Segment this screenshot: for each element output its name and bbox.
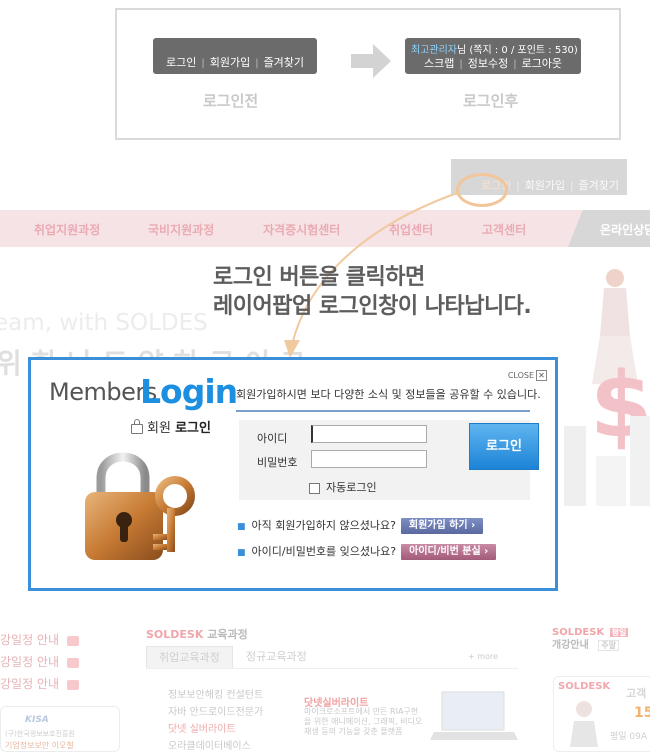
- kisa-logo: KISA: [25, 715, 49, 725]
- after-caption: 로그인후: [463, 92, 519, 110]
- opening-card[interactable]: SOLDESK 고객 15 평일 09A: [553, 676, 650, 752]
- after-login-bar: 최고관리자님 (쪽지 : 0 / 포인트 : 530) 스크랩 | 정보수정 | 로그아…: [405, 38, 581, 74]
- auto-login-option[interactable]: 자동로그인: [309, 479, 377, 495]
- find-help-row: ■ 아이디/비밀번호를 잊으셨나요? 아이디/비번 분실 ›: [237, 543, 497, 560]
- kisa-line: 기업정보보안 이오철: [5, 741, 74, 750]
- tab-employment-courses[interactable]: 취업교육과정: [146, 646, 233, 668]
- more-link[interactable]: + more: [468, 646, 498, 667]
- password-label: 비밀번호: [257, 456, 298, 469]
- opening-guide-title: SOLDESK 평일 개강안내 주말: [552, 626, 629, 652]
- find-question: 아이디/비밀번호를 잊으셨나요?: [251, 545, 397, 558]
- login-button[interactable]: 로그인: [469, 423, 539, 470]
- auto-login-label: 자동로그인: [326, 481, 377, 494]
- member-login-text: 로그인: [175, 421, 211, 436]
- heart-icon: [67, 679, 80, 690]
- bullet-icon: ■: [237, 522, 246, 532]
- before-join-link[interactable]: 회원가입: [210, 56, 250, 69]
- course-item[interactable]: 정보보안해킹 컨설턴트: [168, 686, 263, 701]
- schedule-link-label: 강일정 안내: [0, 633, 60, 647]
- card-brand: SOLDESK: [558, 681, 611, 692]
- before-login-bar: 로그인 | 회원가입 | 즐겨찾기: [153, 38, 317, 74]
- course-section-title: SOLDESK 교육과정: [146, 626, 248, 642]
- auto-login-checkbox[interactable]: [309, 482, 320, 494]
- nav-online-label: 온라인상담: [600, 223, 650, 237]
- nav-item-online-consult[interactable]: 온라인상담: [568, 210, 650, 247]
- intro-divider: [236, 410, 530, 412]
- course-section-brand: SOLDESK: [146, 628, 204, 641]
- id-label: 아이디: [257, 432, 288, 445]
- member-prefix: 회원: [147, 421, 171, 436]
- schedule-link-label: 강일정 안내: [0, 655, 60, 669]
- instructor-icon: [570, 701, 598, 747]
- heart-icon: [67, 635, 80, 646]
- guide-text-line1: 로그인 버튼을 클릭하면: [213, 265, 425, 290]
- after-logout-link[interactable]: 로그아웃: [522, 57, 562, 70]
- nav-item-national[interactable]: 국비지원과정: [148, 221, 214, 238]
- tab-regular-courses[interactable]: 정규교육과정: [234, 646, 319, 667]
- member-login-label: 회원 로그인: [131, 417, 211, 436]
- banner-money-illustration: $: [564, 269, 650, 506]
- course-item[interactable]: 자바 안드로이드전문가: [168, 703, 263, 718]
- schedule-link-2[interactable]: 강일정 안내: [0, 653, 80, 670]
- card-number: 15: [634, 705, 650, 721]
- heart-icon: [67, 657, 80, 668]
- opening-brand: SOLDESK: [552, 627, 605, 638]
- before-caption: 로그인전: [203, 92, 259, 110]
- login-form: 아이디 비밀번호 로그인 자동로그인: [239, 420, 539, 500]
- schedule-link-label: 강일정 안내: [0, 677, 60, 691]
- password-input[interactable]: [311, 450, 427, 468]
- featured-course-desc-3: 재생 등의 기능을 갖춘 플랫폼: [304, 727, 403, 736]
- login-popup: CLOSE ✕ Members Login 회원 로그인 회원가입하시면 보다 다: [28, 357, 558, 591]
- close-icon: ✕: [536, 370, 547, 381]
- weekend-badge[interactable]: 주말: [598, 640, 620, 651]
- header-favorite-link[interactable]: 즐겨찾기: [579, 179, 619, 192]
- join-help-row: ■ 아직 회원가입하지 않으셨나요? 회원가입 하기 ›: [237, 517, 484, 534]
- popup-title-login: Login: [140, 372, 238, 411]
- after-edit-link[interactable]: 정보수정: [468, 57, 508, 70]
- card-sub: 평일 09A: [610, 732, 648, 742]
- arrow-right-icon: [351, 44, 391, 78]
- weekday-badge[interactable]: 평일: [609, 628, 629, 637]
- featured-course[interactable]: 닷넷실버라이트 마이크로소프트에서 만든 RIA구현 을 위한 애니메이션, 그…: [298, 684, 518, 748]
- id-input[interactable]: [311, 425, 427, 443]
- course-tabs: 취업교육과정 정규교육과정 + more: [146, 646, 518, 669]
- course-section-label: 교육과정: [207, 628, 248, 641]
- join-question: 아직 회원가입하지 않으셨나요?: [251, 519, 396, 532]
- kisa-banner[interactable]: KISA (구)한국정보보호진흥원 기업정보보안 이오철: [0, 706, 120, 752]
- join-button[interactable]: 회원가입 하기 ›: [400, 518, 484, 534]
- laptop-icon: [430, 691, 518, 740]
- schedule-link-3[interactable]: 강일정 안내: [0, 675, 80, 692]
- schedule-link-1[interactable]: 강일정 안내: [0, 631, 80, 648]
- close-label: CLOSE: [507, 371, 534, 380]
- kisa-sub: (구)한국정보보호진흥원: [5, 730, 75, 738]
- opening-label: 개강안내: [552, 640, 589, 651]
- close-button[interactable]: CLOSE ✕: [508, 370, 547, 381]
- header-join-link[interactable]: 회원가입: [525, 179, 565, 192]
- before-favorite-link[interactable]: 즐겨찾기: [264, 56, 304, 69]
- find-account-button[interactable]: 아이디/비번 분실 ›: [401, 544, 497, 560]
- nav-item-customer[interactable]: 고객센터: [482, 221, 526, 238]
- nav-item-employment[interactable]: 취업지원과정: [34, 221, 100, 238]
- padlock-key-icon: [85, 452, 195, 560]
- lock-icon: [131, 418, 143, 434]
- popup-intro-text: 회원가입하시면 보다 다양한 소식 및 정보들을 공유할 수 있습니다.: [236, 388, 541, 401]
- guide-text-line2: 레이어팝업 로그인창이 나타납니다.: [213, 294, 532, 319]
- banner-english-text: eam, with SOLDES: [0, 310, 208, 336]
- bullet-icon: ■: [237, 548, 246, 558]
- card-text: 고객: [626, 687, 647, 700]
- after-scrap-link[interactable]: 스크랩: [424, 57, 454, 70]
- login-state-diagram: 로그인 | 회원가입 | 즐겨찾기 로그인전 최고관리자님 (쪽지 : 0 / 포인트 …: [115, 8, 621, 140]
- course-item[interactable]: 닷넷 실버라이트: [168, 720, 236, 735]
- before-login-link[interactable]: 로그인: [166, 56, 196, 69]
